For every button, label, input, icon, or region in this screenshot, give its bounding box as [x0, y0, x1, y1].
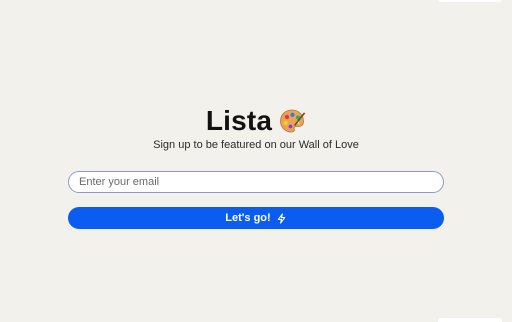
subtitle: Sign up to be featured on our Wall of Lo…: [153, 139, 359, 151]
page-title: Lista: [205, 105, 273, 136]
email-input[interactable]: [68, 171, 444, 193]
submit-button[interactable]: Let's go!: [68, 207, 444, 229]
bottom-right-edge-element: [438, 318, 502, 322]
top-right-edge-element: [438, 0, 502, 2]
submit-button-label: Let's go!: [225, 212, 271, 224]
artist-palette-icon: [278, 107, 306, 135]
lightning-bolt-icon: [276, 212, 287, 224]
title-row: Lista: [0, 103, 512, 139]
